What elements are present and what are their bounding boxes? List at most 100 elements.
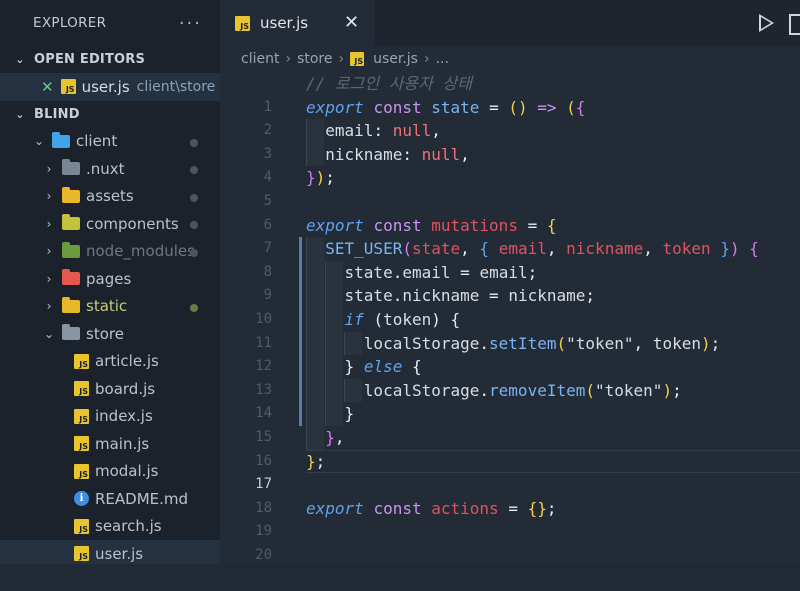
code-line[interactable]: 15 }: [220, 402, 800, 445]
code-line[interactable]: 14 localStorage.removeItem("token");: [220, 378, 800, 421]
code-line[interactable]: 4 nickname: null,: [220, 142, 800, 185]
code-editor[interactable]: 1 // 로그인 사용자 상태 2 export const state = (…: [220, 72, 800, 563]
js-file-icon: JS: [74, 518, 89, 534]
tree-file-readme[interactable]: i README.md: [0, 485, 220, 513]
chevron-right-icon: ›: [46, 271, 52, 286]
code-line[interactable]: 18: [220, 473, 800, 516]
open-editor-item-user-js[interactable]: ✕ JS user.js client\store: [0, 73, 220, 101]
tree-folder-store[interactable]: ⌄ store: [0, 320, 220, 348]
code-text: email: null,: [325, 121, 441, 141]
more-actions-icon[interactable]: ···: [179, 13, 202, 34]
code-text: nickname: null,: [325, 144, 470, 164]
chevron-right-icon: ›: [46, 216, 52, 231]
project-title: BLIND: [34, 106, 80, 122]
chevron-right-icon: ›: [46, 189, 52, 204]
code-line[interactable]: 16 },: [220, 425, 800, 469]
code-text: export const state = () => ({: [306, 97, 586, 117]
tree-folder-nuxt[interactable]: › .nuxt: [0, 155, 220, 183]
tree-folder-client[interactable]: ⌄ client: [0, 128, 220, 156]
code-line[interactable]: 6: [220, 190, 800, 233]
js-file-icon: JS: [235, 15, 250, 31]
close-icon[interactable]: ✕: [344, 12, 359, 33]
folder-icon: [62, 159, 80, 176]
run-icon[interactable]: [759, 14, 774, 32]
js-file-icon: JS: [350, 52, 365, 66]
tree-item-label: store: [86, 324, 124, 343]
explorer-header: EXPLORER ···: [0, 0, 220, 46]
code-line[interactable]: 11 if (token) {: [220, 307, 800, 351]
folder-node-icon: [62, 241, 80, 258]
tree-folder-node-modules[interactable]: › node_modules: [0, 238, 220, 266]
code-line[interactable]: 10 state.nickname = nickname;: [220, 284, 800, 327]
tab-bar: JS user.js ✕: [220, 0, 800, 46]
breadcrumb-item[interactable]: client: [241, 51, 279, 67]
js-file-icon: JS: [74, 381, 89, 397]
breadcrumb-item[interactable]: store: [297, 51, 332, 67]
code-line[interactable]: 20: [220, 520, 800, 563]
open-editors-title: OPEN EDITORS: [34, 52, 146, 67]
git-status-dot: [190, 193, 198, 202]
folder-components-icon: [62, 214, 80, 231]
close-editor-icon[interactable]: ✕: [41, 78, 54, 96]
split-editor-icon[interactable]: [789, 14, 800, 35]
breadcrumb-item[interactable]: user.js: [373, 51, 418, 67]
tree-folder-pages[interactable]: › pages: [0, 265, 220, 293]
code-text: localStorage.setItem("token", token);: [363, 333, 721, 353]
git-status-dot: [190, 303, 198, 312]
code-line[interactable]: 9 state.email = email;: [220, 260, 800, 303]
code-text: // 로그인 사용자 상태: [306, 74, 472, 93]
code-line[interactable]: 19 export const actions = {};: [220, 497, 800, 540]
tree-file-index-js[interactable]: JS index.js: [0, 403, 220, 431]
js-file-icon: JS: [74, 408, 89, 424]
tree-folder-static[interactable]: › static: [0, 293, 220, 321]
code-line-current[interactable]: 17 };: [220, 449, 800, 492]
code-line[interactable]: 2 export const state = () => ({: [220, 96, 800, 139]
code-line[interactable]: 1 // 로그인 사용자 상태: [220, 72, 800, 115]
code-text: } else {: [344, 357, 422, 377]
js-file-icon: JS: [74, 546, 89, 562]
code-line[interactable]: 3 email: null,: [220, 119, 800, 162]
tree-file-search-js[interactable]: JS search.js: [0, 513, 220, 541]
tree-file-user-js[interactable]: JS user.js: [0, 540, 220, 564]
tree-item-label: article.js: [95, 352, 159, 371]
tree-item-label: modal.js: [95, 462, 159, 481]
code-text: export const actions = {};: [306, 498, 557, 518]
code-line[interactable]: 12 localStorage.setItem("token", token);: [220, 331, 800, 374]
tree-item-label: main.js: [95, 434, 150, 453]
folder-pages-icon: [62, 269, 80, 286]
tree-file-main-js[interactable]: JS main.js: [0, 430, 220, 458]
code-text: },: [325, 427, 345, 447]
code-text: }: [344, 404, 355, 424]
git-status-dot: [190, 166, 198, 174]
explorer-sidebar: EXPLORER ··· ⌄ OPEN EDITORS ✕ JS user.js…: [0, 0, 220, 564]
code-line[interactable]: 8 SET_USER(state, { email, nickname, tok…: [220, 237, 800, 280]
editor-area: JS user.js ✕ client › store › JS user.js…: [220, 0, 800, 564]
chevron-down-icon: ⌄: [15, 107, 25, 121]
chevron-right-icon: ›: [46, 299, 52, 314]
git-status-dot: [190, 248, 198, 257]
tree-folder-components[interactable]: › components: [0, 210, 220, 238]
code-line[interactable]: 5 });: [220, 166, 800, 209]
js-file-icon: JS: [60, 79, 76, 95]
chevron-down-icon: ⌄: [15, 53, 25, 66]
tab-user-js[interactable]: JS user.js ✕: [220, 0, 375, 46]
folder-static-icon: [62, 296, 80, 313]
code-text: state.email = email;: [344, 262, 538, 282]
tree-file-board-js[interactable]: JS board.js: [0, 375, 220, 403]
folder-open-icon: [62, 324, 80, 341]
tree-item-label: README.md: [95, 489, 189, 508]
tree-file-article-js[interactable]: JS article.js: [0, 348, 220, 376]
tree-item-label: search.js: [95, 517, 162, 536]
tree-file-modal-js[interactable]: JS modal.js: [0, 458, 220, 486]
chevron-right-icon: ›: [423, 51, 430, 67]
code-text: localStorage.removeItem("token");: [363, 380, 682, 400]
tree-folder-assets[interactable]: › assets: [0, 183, 220, 211]
js-file-icon: JS: [74, 463, 89, 479]
breadcrumb-item[interactable]: ...: [436, 51, 449, 67]
code-line[interactable]: 13 } else {: [220, 355, 800, 398]
chevron-right-icon: ›: [285, 51, 292, 67]
project-section[interactable]: ⌄ BLIND: [0, 101, 220, 128]
open-editors-section[interactable]: ⌄ OPEN EDITORS: [0, 46, 220, 73]
chevron-right-icon: ›: [338, 51, 345, 67]
code-line[interactable]: 7 export const mutations = {: [220, 214, 800, 257]
